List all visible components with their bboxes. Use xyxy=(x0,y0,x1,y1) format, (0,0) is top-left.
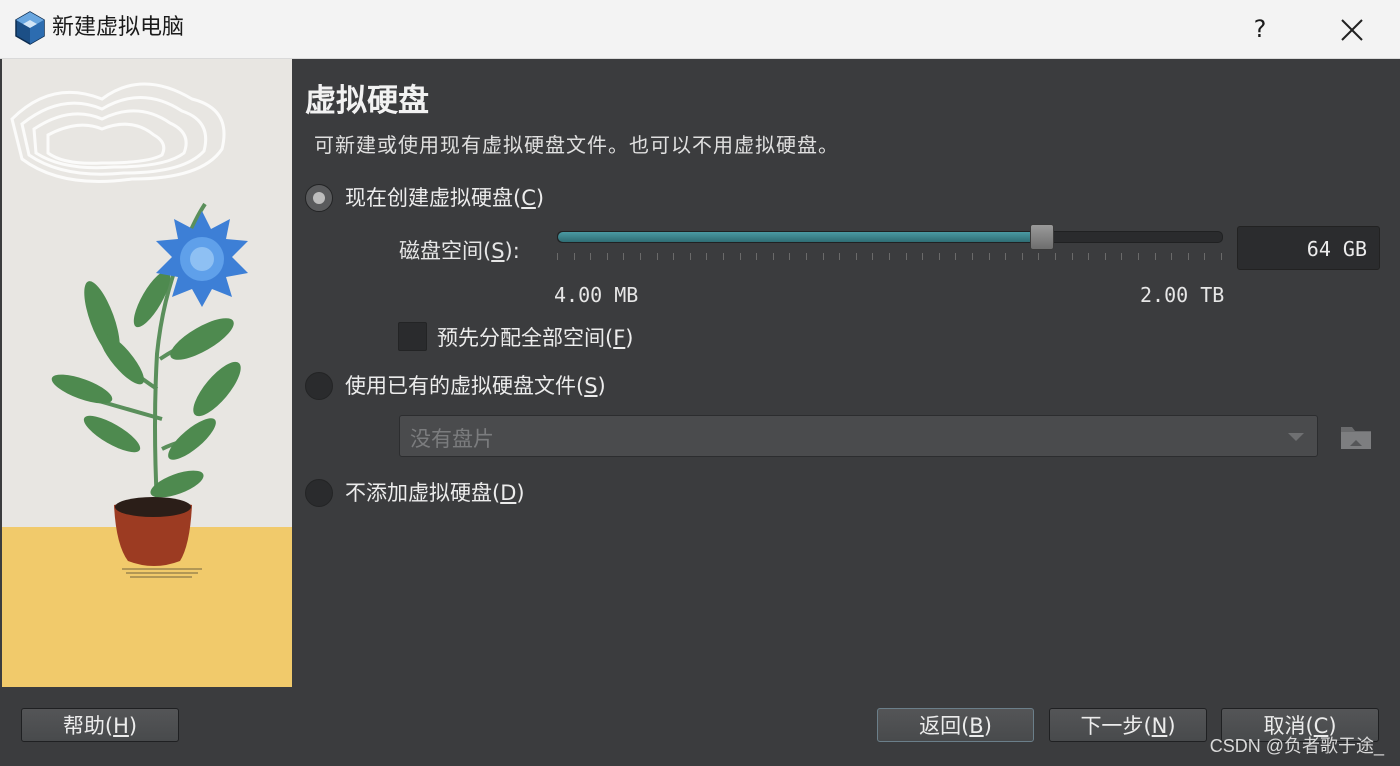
existing-disk-value: 没有盘片 xyxy=(410,427,494,451)
slider-tick xyxy=(872,253,874,260)
slider-tick xyxy=(1187,253,1189,260)
slider-tick xyxy=(1204,253,1206,260)
slider-tick xyxy=(822,253,824,260)
slider-tick xyxy=(988,253,990,260)
slider-tick xyxy=(1038,253,1040,260)
disk-size-slider[interactable] xyxy=(557,224,1223,250)
option-no-disk-label[interactable]: 不添加虚拟硬盘(D) xyxy=(345,477,525,507)
slider-tick xyxy=(1005,253,1007,260)
slider-tick xyxy=(1055,253,1056,260)
page-title: 虚拟硬盘 xyxy=(305,83,429,119)
slider-tick xyxy=(806,253,807,260)
slider-handle[interactable] xyxy=(1029,224,1054,250)
window-title: 新建虚拟电脑 xyxy=(52,15,185,40)
radio-create-now[interactable] xyxy=(305,184,333,212)
option-use-existing-label[interactable]: 使用已有的虚拟硬盘文件(S) xyxy=(345,370,606,400)
slider-tick xyxy=(1121,253,1123,260)
slider-tick xyxy=(1088,253,1090,260)
slider-tick xyxy=(789,253,791,260)
slider-tick xyxy=(723,253,724,260)
slider-tick xyxy=(739,253,741,260)
slider-tick xyxy=(938,253,940,260)
slider-tick xyxy=(673,253,675,260)
preallocate-label[interactable]: 预先分配全部空间(F) xyxy=(437,322,634,352)
slider-tick xyxy=(1021,253,1023,260)
slider-tick xyxy=(955,253,957,260)
help-button[interactable]: 帮助(H) xyxy=(21,708,179,742)
slider-tick xyxy=(889,253,890,260)
close-icon[interactable] xyxy=(1330,10,1374,50)
slider-tick xyxy=(756,253,758,260)
next-button[interactable]: 下一步(N) xyxy=(1049,708,1207,742)
disk-size-label: 磁盘空间(S): xyxy=(399,239,520,263)
slider-tick xyxy=(1171,253,1173,260)
slider-tick xyxy=(623,253,625,260)
folder-icon[interactable] xyxy=(1338,418,1374,454)
radio-no-disk[interactable] xyxy=(305,479,333,507)
slider-tick xyxy=(606,253,608,260)
virtualbox-icon xyxy=(15,11,45,45)
back-button[interactable]: 返回(B) xyxy=(877,708,1034,742)
title-bar: 新建虚拟电脑 ? xyxy=(0,0,1400,59)
slider-tick xyxy=(839,253,841,260)
preallocate-checkbox[interactable] xyxy=(398,322,427,351)
slider-tick xyxy=(640,253,641,260)
slider-tick xyxy=(656,253,658,260)
slider-tick xyxy=(689,253,691,260)
slider-tick xyxy=(1154,253,1156,260)
slider-tick xyxy=(855,253,857,260)
slider-fill xyxy=(558,232,1041,242)
slider-tick xyxy=(905,253,907,260)
existing-disk-select[interactable]: 没有盘片 xyxy=(399,415,1318,457)
slider-tick xyxy=(1104,253,1106,260)
radio-use-existing[interactable] xyxy=(305,372,333,400)
help-title-button[interactable]: ? xyxy=(1240,12,1280,46)
wizard-illustration xyxy=(2,59,292,687)
slider-tick xyxy=(557,253,558,260)
slider-min-label: 4.00 MB xyxy=(554,283,639,307)
slider-tick xyxy=(972,253,973,260)
slider-tick xyxy=(1071,253,1073,260)
slider-tick xyxy=(590,253,592,260)
page-description: 可新建或使用现有虚拟硬盘文件。也可以不用虚拟硬盘。 xyxy=(314,133,839,157)
slider-tick xyxy=(922,253,924,260)
chevron-down-icon xyxy=(1288,433,1304,441)
disk-size-input[interactable]: 64 GB xyxy=(1237,226,1380,270)
slider-tick xyxy=(1138,253,1139,260)
slider-max-label: 2.00 TB xyxy=(1140,283,1225,307)
slider-tick xyxy=(706,253,708,260)
watermark: CSDN @负者歌于途_ xyxy=(1209,736,1384,756)
slider-ticks xyxy=(557,253,1222,261)
option-create-now-label[interactable]: 现在创建虚拟硬盘(C) xyxy=(345,182,544,212)
slider-tick xyxy=(1221,253,1222,260)
slider-tick xyxy=(573,253,575,260)
slider-tick xyxy=(772,253,774,260)
